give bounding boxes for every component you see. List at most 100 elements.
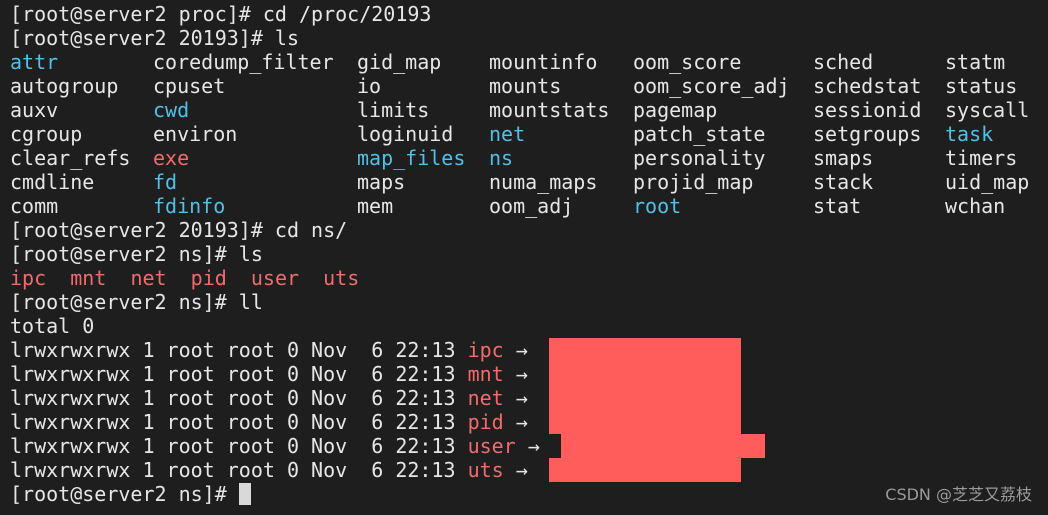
ls-entry: uid_map (945, 170, 1030, 194)
shell-prompt: [root@server2 ns]# (10, 242, 239, 266)
terminal-line: [root@server2 ns]# ls (10, 242, 263, 266)
ll-row: lrwxrwxrwx 1 root root 0 Nov 6 22:13 pid… (10, 410, 528, 434)
ls-entry: task (945, 122, 994, 146)
ns-entry: mnt (70, 266, 107, 290)
ls-entry: sched (813, 50, 874, 74)
ns-entry: uts (323, 266, 360, 290)
link-name: ipc (467, 338, 504, 362)
ls-entry: coredump_filter (153, 50, 334, 74)
ls-entry: cwd (153, 98, 190, 122)
ls-entry: cmdline (10, 170, 95, 194)
ls-entry: mounts (489, 74, 562, 98)
watermark: CSDN @芝芝又荔枝 (885, 485, 1032, 504)
ls-entry: ns (489, 146, 514, 170)
ls-entry: loginuid (357, 122, 454, 146)
ls-entry: setgroups (813, 122, 922, 146)
ls-entry: fdinfo (153, 194, 226, 218)
ll-row: lrwxrwxrwx 1 root root 0 Nov 6 22:13 use… (10, 434, 540, 458)
ls-entry: map_files (357, 146, 466, 170)
terminal-line: [root@server2 ns]# ll (10, 290, 263, 314)
ls-entry: oom_adj (489, 194, 574, 218)
command-text: ls (274, 26, 299, 50)
ls-entry: autogroup (10, 74, 119, 98)
link-name: net (467, 386, 504, 410)
shell-prompt: [root@server2 ns]# (10, 482, 239, 506)
ls-entry: syscall (945, 98, 1030, 122)
ns-entry: ipc (10, 266, 47, 290)
shell-prompt: [root@server2 proc]# (10, 2, 263, 26)
ls-entry: projid_map (633, 170, 754, 194)
ll-row: lrwxrwxrwx 1 root root 0 Nov 6 22:13 ipc… (10, 338, 528, 362)
ls-entry: exe (153, 146, 190, 170)
ls-entry: numa_maps (489, 170, 598, 194)
arrow-icon: → (503, 362, 528, 386)
link-name: mnt (467, 362, 504, 386)
ls-entry: statm (945, 50, 1006, 74)
link-name: pid (467, 410, 504, 434)
arrow-icon: → (503, 410, 528, 434)
ls-entry: smaps (813, 146, 874, 170)
ls-entry: cgroup (10, 122, 83, 146)
file-attributes: lrwxrwxrwx 1 root root 0 Nov 6 22:13 (10, 338, 468, 362)
file-attributes: lrwxrwxrwx 1 root root 0 Nov 6 22:13 (10, 458, 468, 482)
redaction-block (549, 458, 741, 482)
terminal-line: [root@server2 ns]# (10, 482, 251, 506)
ls-entry: schedstat (813, 74, 922, 98)
ll-row: lrwxrwxrwx 1 root root 0 Nov 6 22:13 net… (10, 386, 528, 410)
ls-entry: gid_map (357, 50, 442, 74)
ls-entry: mountstats (489, 98, 610, 122)
ls-entry: limits (357, 98, 430, 122)
terminal-line: [root@server2 20193]# ls (10, 26, 299, 50)
ls-entry: mem (357, 194, 394, 218)
ls-entry: wchan (945, 194, 1006, 218)
ls-entry: environ (153, 122, 238, 146)
ls-entry: auxv (10, 98, 59, 122)
command-text: cd ns/ (274, 218, 348, 242)
link-name: user (467, 434, 516, 458)
ns-list-output: ipc mnt net pid user uts (10, 266, 359, 290)
redaction-block (561, 434, 765, 458)
terminal-line: [root@server2 proc]# cd /proc/20193 (10, 2, 431, 26)
arrow-icon: → (503, 386, 528, 410)
ls-entry: oom_score (633, 50, 742, 74)
ls-entry: stack (813, 170, 874, 194)
link-name: uts (467, 458, 504, 482)
ls-entry: status (945, 74, 1018, 98)
ls-entry: stat (813, 194, 862, 218)
ls-entry: net (489, 122, 526, 146)
shell-prompt: [root@server2 20193]# (10, 26, 275, 50)
total-line: total 0 (10, 314, 95, 338)
shell-prompt: [root@server2 ns]# (10, 290, 239, 314)
command-text: cd /proc/20193 (262, 2, 432, 26)
ns-entry: user (250, 266, 300, 290)
shell-prompt: [root@server2 20193]# (10, 218, 275, 242)
arrow-icon: → (503, 338, 528, 362)
ls-entry: personality (633, 146, 766, 170)
file-attributes: lrwxrwxrwx 1 root root 0 Nov 6 22:13 (10, 410, 468, 434)
command-text: ll (238, 290, 263, 314)
ns-entry: pid (190, 266, 227, 290)
ls-entry: timers (945, 146, 1018, 170)
ls-entry: pagemap (633, 98, 718, 122)
ls-entry: cpuset (153, 74, 226, 98)
ls-entry: comm (10, 194, 59, 218)
terminal-line: [root@server2 20193]# cd ns/ (10, 218, 347, 242)
command-text: ls (238, 242, 263, 266)
arrow-icon: → (503, 458, 528, 482)
redaction-block (549, 338, 741, 434)
ll-row: lrwxrwxrwx 1 root root 0 Nov 6 22:13 uts… (10, 458, 528, 482)
arrow-icon: → (515, 434, 540, 458)
ls-entry: patch_state (633, 122, 766, 146)
ls-entry: fd (153, 170, 178, 194)
text-cursor[interactable] (238, 483, 251, 505)
ls-entry: root (633, 194, 682, 218)
ls-entry: mountinfo (489, 50, 598, 74)
file-attributes: lrwxrwxrwx 1 root root 0 Nov 6 22:13 (10, 386, 468, 410)
ls-entry: maps (357, 170, 406, 194)
ls-entry: io (357, 74, 382, 98)
ls-entry: oom_score_adj (633, 74, 790, 98)
ll-row: lrwxrwxrwx 1 root root 0 Nov 6 22:13 mnt… (10, 362, 528, 386)
ls-entry: attr (10, 50, 59, 74)
terminal-window[interactable]: [root@server2 proc]# cd /proc/20193 [roo… (0, 0, 1048, 515)
file-attributes: lrwxrwxrwx 1 root root 0 Nov 6 22:13 (10, 362, 468, 386)
